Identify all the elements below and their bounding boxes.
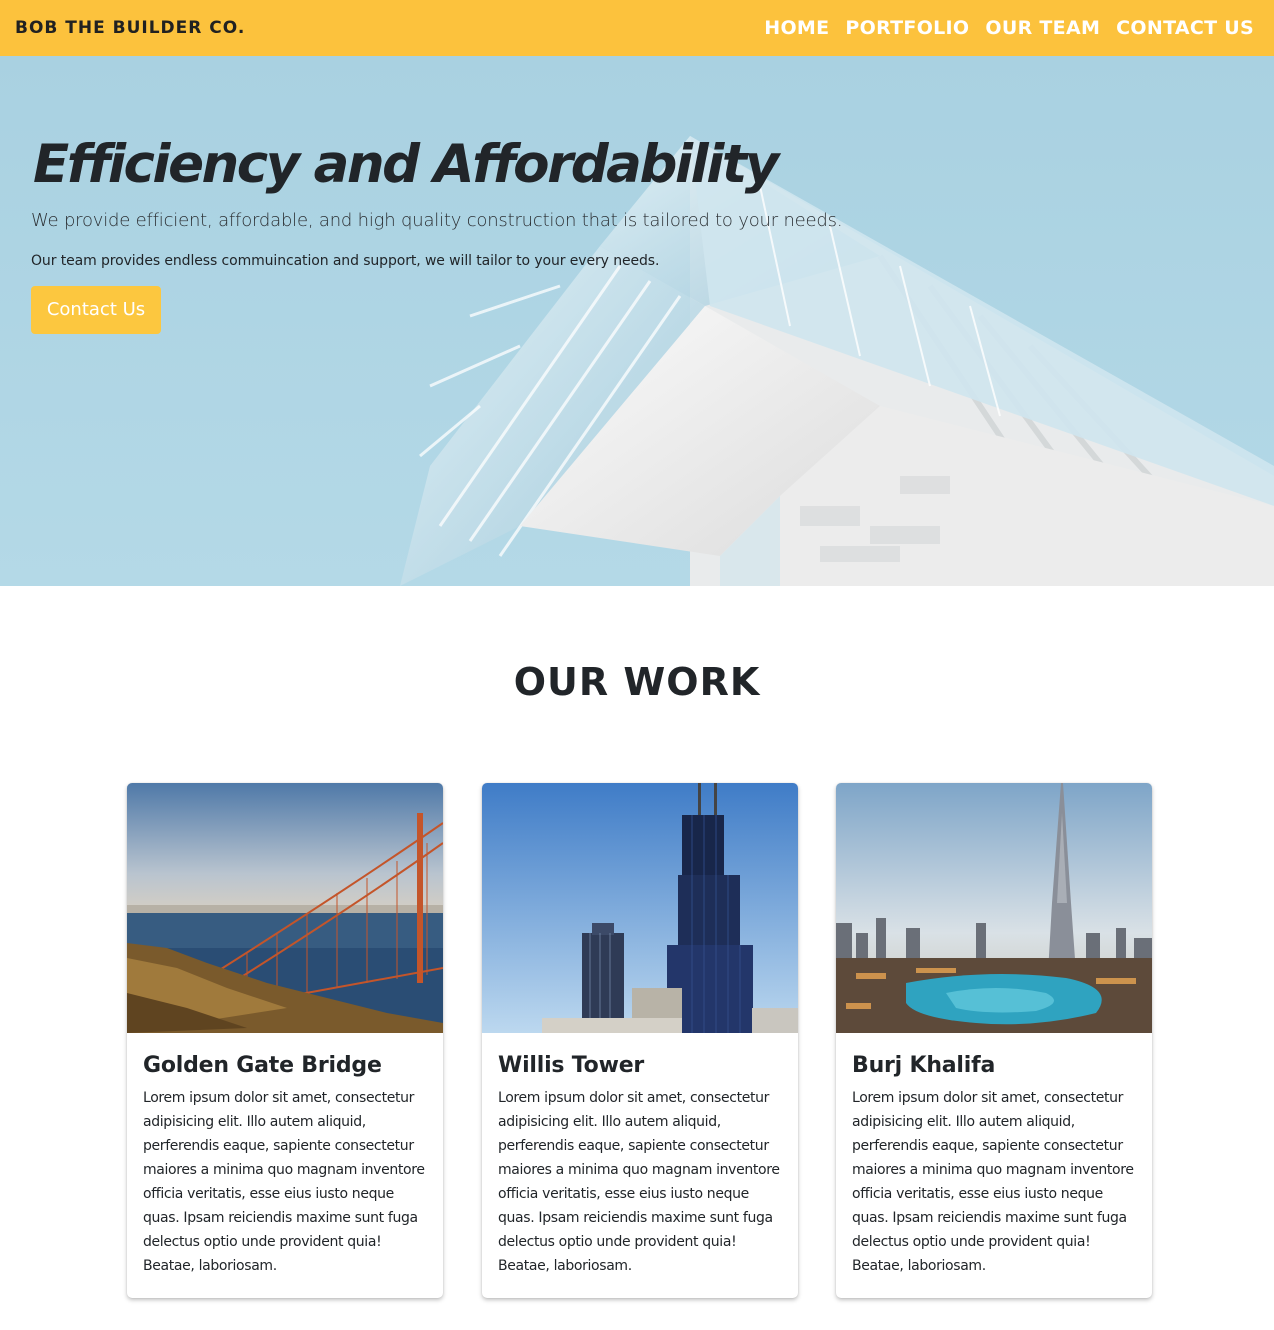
navbar: BOB THE BUILDER CO. HOME PORTFOLIO OUR T… xyxy=(0,0,1274,56)
willis-tower-image xyxy=(482,783,798,1033)
hero-subtext: Our team provides endless commuincation … xyxy=(31,253,660,269)
card-title: Burj Khalifa xyxy=(852,1053,996,1078)
card-body: Burj Khalifa Lorem ipsum dolor sit amet,… xyxy=(836,1033,1152,1278)
hero-lead: We provide efficient, affordable, and hi… xyxy=(31,210,843,231)
nav-link-our-team[interactable]: OUR TEAM xyxy=(985,17,1100,39)
card-title: Golden Gate Bridge xyxy=(143,1053,382,1078)
card-text: Lorem ipsum dolor sit amet, consectetur … xyxy=(143,1090,425,1274)
burj-khalifa-image xyxy=(836,783,1152,1033)
hero-title: Efficiency and Affordability xyxy=(33,134,779,195)
card-text: Lorem ipsum dolor sit amet, consectetur … xyxy=(852,1090,1134,1274)
nav-link-home[interactable]: HOME xyxy=(764,17,829,39)
work-card-willis-tower[interactable]: Willis Tower Lorem ipsum dolor sit amet,… xyxy=(482,783,798,1298)
golden-gate-bridge-image xyxy=(127,783,443,1033)
contact-us-button[interactable]: Contact Us xyxy=(31,286,161,334)
work-card-golden-gate[interactable]: Golden Gate Bridge Lorem ipsum dolor sit… xyxy=(127,783,443,1298)
hero-section: Efficiency and Affordability We provide … xyxy=(0,56,1274,586)
brand-logo[interactable]: BOB THE BUILDER CO. xyxy=(15,18,245,38)
hero-content: Efficiency and Affordability We provide … xyxy=(31,134,843,334)
section-title-our-work: OUR WORK xyxy=(513,660,761,704)
nav-link-contact-us[interactable]: CONTACT US xyxy=(1116,17,1254,39)
card-body: Willis Tower Lorem ipsum dolor sit amet,… xyxy=(482,1033,798,1278)
card-body: Golden Gate Bridge Lorem ipsum dolor sit… xyxy=(127,1033,443,1278)
work-card-burj-khalifa[interactable]: Burj Khalifa Lorem ipsum dolor sit amet,… xyxy=(836,783,1152,1298)
card-text: Lorem ipsum dolor sit amet, consectetur … xyxy=(498,1090,780,1274)
card-title: Willis Tower xyxy=(498,1053,645,1078)
nav-links: HOME PORTFOLIO OUR TEAM CONTACT US xyxy=(764,17,1254,39)
nav-link-portfolio[interactable]: PORTFOLIO xyxy=(845,17,969,39)
